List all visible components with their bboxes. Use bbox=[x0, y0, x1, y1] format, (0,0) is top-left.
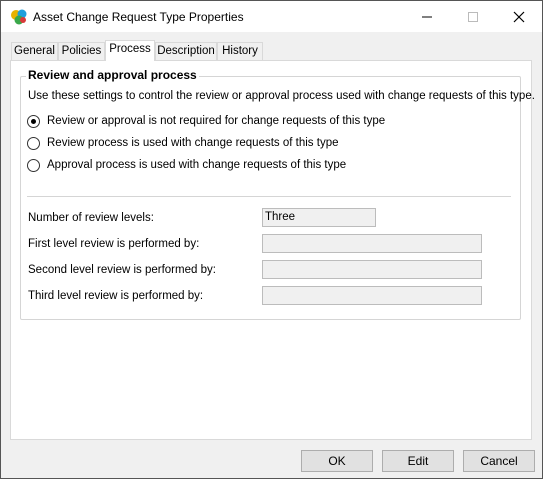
process-tab-panel: Review and approval process Use these se… bbox=[10, 60, 535, 440]
first-level-field bbox=[262, 234, 482, 253]
tab-history[interactable]: History bbox=[217, 42, 263, 61]
third-level-label: Third level review is performed by: bbox=[28, 290, 204, 302]
review-approval-group: Review and approval process Use these se… bbox=[20, 68, 535, 320]
third-level-field bbox=[262, 286, 482, 305]
radio-label: Approval process is used with change req… bbox=[47, 159, 347, 171]
close-icon bbox=[513, 11, 525, 22]
second-level-field bbox=[262, 260, 482, 279]
radio-no-review[interactable]: Review or approval is not required for c… bbox=[27, 113, 385, 129]
review-levels-label: Number of review levels: bbox=[28, 212, 154, 224]
radio-unchecked-icon[interactable] bbox=[27, 136, 40, 150]
tab-process[interactable]: Process bbox=[105, 40, 155, 61]
tab-general[interactable]: General bbox=[11, 42, 58, 61]
separator bbox=[27, 196, 511, 197]
edit-button[interactable]: Edit bbox=[382, 450, 454, 472]
radio-unchecked-icon[interactable] bbox=[27, 158, 40, 172]
radio-checked-icon[interactable] bbox=[27, 114, 40, 128]
minimize-icon bbox=[422, 16, 432, 17]
ok-button[interactable]: OK bbox=[301, 450, 373, 472]
second-level-label: Second level review is performed by: bbox=[28, 264, 216, 276]
tab-description[interactable]: Description bbox=[155, 42, 217, 61]
first-level-label: First level review is performed by: bbox=[28, 238, 200, 250]
radio-approval-process[interactable]: Approval process is used with change req… bbox=[27, 157, 346, 173]
properties-dialog: Asset Change Request Type Properties Gen… bbox=[0, 0, 543, 479]
maximize-icon bbox=[468, 11, 478, 22]
maximize-button[interactable] bbox=[450, 1, 496, 32]
radio-review-process[interactable]: Review process is used with change reque… bbox=[27, 135, 338, 151]
review-levels-field: Three bbox=[262, 208, 376, 227]
cancel-button[interactable]: Cancel bbox=[463, 450, 535, 472]
title-bar[interactable]: Asset Change Request Type Properties bbox=[1, 1, 542, 32]
radio-label: Review or approval is not required for c… bbox=[47, 115, 386, 127]
tab-policies[interactable]: Policies bbox=[58, 42, 105, 61]
window-title: Asset Change Request Type Properties bbox=[33, 10, 244, 24]
process-description: Use these settings to control the review… bbox=[28, 90, 535, 102]
close-button[interactable] bbox=[496, 1, 542, 32]
app-icon bbox=[11, 9, 27, 25]
minimize-button[interactable] bbox=[404, 1, 450, 32]
group-title: Review and approval process bbox=[26, 68, 199, 82]
radio-label: Review process is used with change reque… bbox=[47, 137, 339, 149]
